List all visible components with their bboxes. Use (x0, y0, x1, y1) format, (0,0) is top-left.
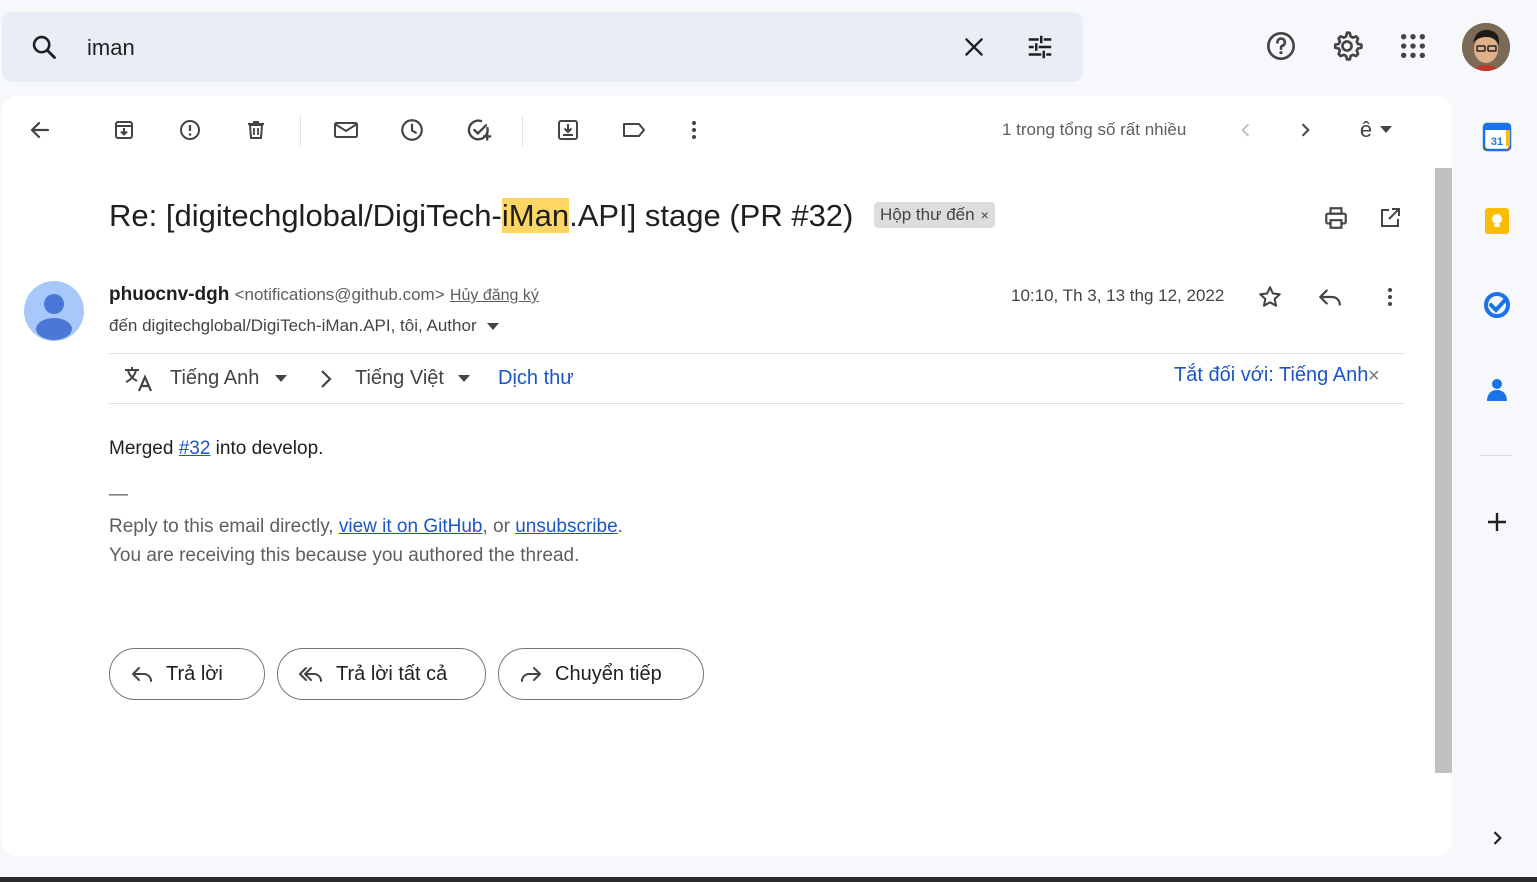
email-subject: Re: [digitechglobal/DigiTech-iMan.API] s… (109, 198, 995, 234)
sender-email: <notifications@github.com> (234, 285, 445, 304)
inbox-label-chip[interactable]: Hộp thư đến × (874, 201, 995, 228)
reply-arrow-icon (132, 667, 152, 682)
recipients-text: đến digitechglobal/DigiTech-iMan.API, tô… (109, 316, 477, 335)
message-count-text: 1 trong tổng số rất nhiều (1002, 120, 1187, 139)
sender-line: phuocnv-dgh <notifications@github.com> H… (109, 284, 539, 306)
subject-suffix: .API] stage (PR #32) (569, 198, 854, 233)
move-to-icon[interactable] (550, 112, 586, 148)
reply-all-button-label: Trả lời tất cả (336, 662, 448, 685)
delete-trash-icon[interactable] (238, 112, 274, 148)
forward-button-label: Chuyển tiếp (555, 662, 662, 685)
body-reply-line: Reply to this email directly, view it on… (109, 516, 623, 538)
caret-down-icon[interactable] (275, 375, 287, 383)
reply-arrow-icon[interactable] (1312, 279, 1348, 315)
rail-divider (1480, 455, 1512, 456)
report-spam-icon[interactable] (172, 112, 208, 148)
subject-prefix: Re: [digitechglobal/DigiTech- (109, 198, 502, 233)
reply-mid: , or (482, 516, 516, 537)
taskbar-edge (0, 877, 1537, 882)
account-avatar[interactable] (1462, 23, 1510, 71)
translate-message-link[interactable]: Dịch thư (498, 367, 574, 390)
caret-down-icon (1380, 126, 1393, 133)
label-tag-icon[interactable] (616, 112, 652, 148)
unsubscribe-body-link[interactable]: unsubscribe (515, 516, 617, 537)
translate-bar: Tiếng Anh Tiếng Việt Dịch thư Tắt đối vớ… (109, 353, 1405, 404)
search-input[interactable]: iman (87, 35, 135, 61)
forward-arrow-icon (521, 667, 541, 682)
reply-end: . (617, 516, 623, 537)
signature-dash: — (109, 484, 128, 505)
reply-all-icon (299, 667, 322, 682)
settings-gear-icon[interactable] (1327, 26, 1367, 66)
sender-avatar[interactable] (24, 281, 84, 341)
scrollbar-thumb[interactable] (1435, 168, 1452, 773)
sender-name[interactable]: phuocnv-dgh (109, 284, 229, 305)
unsubscribe-link[interactable]: Hủy đăng ký (450, 287, 539, 304)
caret-down-icon[interactable] (458, 375, 470, 383)
toolbar-divider (300, 116, 301, 146)
keep-app-icon[interactable] (1477, 201, 1517, 241)
toolbar-divider (522, 116, 523, 146)
open-new-window-icon[interactable] (1372, 200, 1408, 236)
search-bar[interactable]: iman (2, 12, 1083, 82)
reply-button-label: Trả lời (166, 662, 223, 685)
reply-button[interactable]: Trả lời (109, 648, 265, 700)
reply-all-button[interactable]: Trả lời tất cả (277, 648, 486, 700)
body-receiving-line: You are receiving this because you autho… (109, 545, 580, 566)
search-options-icon[interactable] (1020, 27, 1060, 67)
target-language-text: Tiếng Việt (355, 367, 444, 389)
contacts-app-icon[interactable] (1477, 369, 1517, 409)
star-icon[interactable] (1252, 279, 1288, 315)
input-tools-label: ê (1359, 117, 1373, 142)
label-chip-text: Hộp thư đến (880, 204, 975, 224)
back-arrow-icon[interactable] (22, 112, 58, 148)
merged-prefix: Merged (109, 438, 179, 459)
add-app-plus-icon[interactable] (1477, 502, 1517, 542)
calendar-day-number: 31 (1491, 136, 1503, 148)
apps-grid-icon[interactable] (1393, 26, 1433, 66)
newer-chevron-left-icon[interactable] (1228, 112, 1264, 148)
clear-search-icon[interactable] (954, 27, 994, 67)
mark-unread-mail-icon[interactable] (328, 112, 364, 148)
search-icon[interactable] (24, 27, 64, 67)
translate-icon (125, 367, 153, 392)
chevron-right-icon (321, 370, 332, 388)
close-translate-icon[interactable]: × (1368, 365, 1380, 388)
source-language-text: Tiếng Anh (170, 367, 260, 389)
tasks-app-icon[interactable] (1477, 285, 1517, 325)
message-more-vert-icon[interactable] (1372, 279, 1408, 315)
archive-icon[interactable] (106, 112, 142, 148)
forward-button[interactable]: Chuyển tiếp (498, 648, 704, 700)
remove-label-icon[interactable]: × (981, 207, 989, 223)
merged-suffix: into develop. (210, 438, 324, 459)
expand-side-panel-chevron-icon[interactable] (1477, 818, 1517, 858)
caret-down-icon[interactable] (487, 322, 500, 331)
target-language-select[interactable]: Tiếng Việt (355, 367, 444, 390)
snooze-clock-icon[interactable] (394, 112, 430, 148)
email-panel: 1 trong tổng số rất nhiều ê Re: [digitec… (2, 96, 1452, 856)
recipients-line[interactable]: đến digitechglobal/DigiTech-iMan.API, tô… (109, 316, 500, 336)
reply-prefix: Reply to this email directly, (109, 516, 339, 537)
print-icon[interactable] (1318, 200, 1354, 236)
body-merged-line: Merged #32 into develop. (109, 438, 323, 460)
help-icon[interactable] (1261, 26, 1301, 66)
calendar-app-icon[interactable]: 31 (1477, 117, 1517, 157)
turn-off-translate-link[interactable]: Tắt đối với: Tiếng Anh (1174, 364, 1368, 387)
email-date: 10:10, Th 3, 13 thg 12, 2022 (1011, 286, 1225, 305)
pr-link[interactable]: #32 (179, 438, 211, 459)
older-chevron-right-icon[interactable] (1287, 112, 1323, 148)
more-vert-icon[interactable] (676, 112, 712, 148)
add-task-icon[interactable] (461, 112, 497, 148)
view-on-github-link[interactable]: view it on GitHub (339, 516, 483, 537)
source-language-select[interactable]: Tiếng Anh (170, 367, 259, 390)
subject-search-highlight: iMan (501, 198, 570, 233)
input-tools-dropdown[interactable]: ê (1348, 112, 1404, 148)
